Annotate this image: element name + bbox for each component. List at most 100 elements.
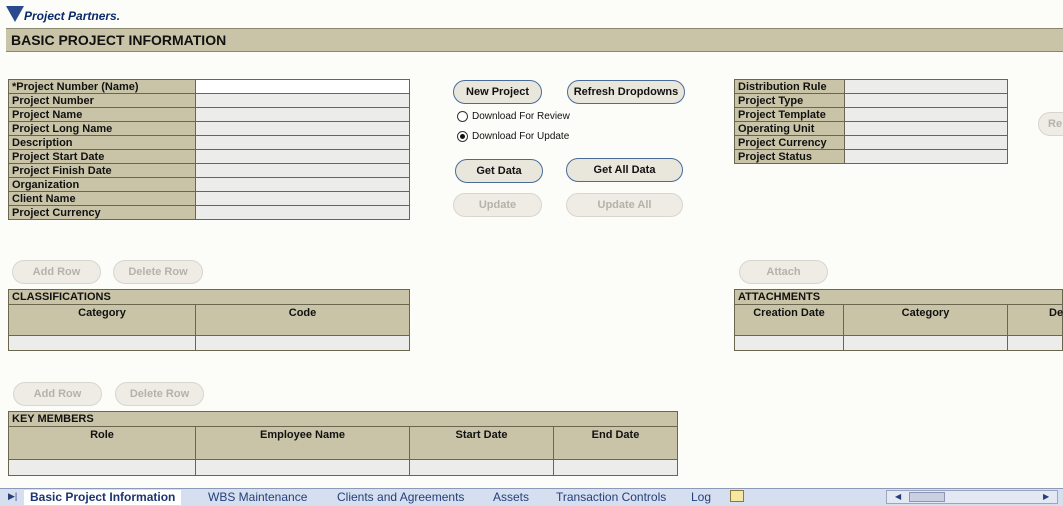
field-value — [195, 121, 410, 136]
table-cell[interactable] — [195, 335, 410, 351]
field-value — [195, 191, 410, 206]
field-row: Project Finish Date — [8, 163, 410, 178]
scroll-left-icon[interactable]: ◀ — [895, 492, 901, 501]
tab-wbs-maintenance[interactable]: WBS Maintenance — [208, 490, 307, 505]
table-cell[interactable] — [553, 459, 678, 476]
column-header: End Date — [553, 426, 678, 460]
field-row: Project Name — [8, 107, 410, 122]
column-header: Role — [8, 426, 196, 460]
field-value — [844, 149, 1008, 164]
field-row: Project Type — [734, 93, 1008, 108]
project-partners-logo: Project Partners. — [6, 4, 146, 26]
download-review-radio[interactable]: Download For Review — [457, 111, 570, 122]
horizontal-scrollbar[interactable]: ◀ ▶ — [886, 490, 1058, 504]
download-update-radio[interactable]: Download For Update — [457, 131, 569, 142]
field-value — [844, 79, 1008, 94]
field-label: Project Finish Date — [8, 163, 196, 178]
field-row: Distribution Rule — [734, 79, 1008, 94]
field-row: Project Start Date — [8, 149, 410, 164]
page-title: BASIC PROJECT INFORMATION — [11, 32, 227, 48]
column-header: Creation Date — [734, 304, 844, 336]
column-header: Start Date — [409, 426, 554, 460]
radio-label: Download For Review — [472, 111, 570, 123]
refresh-dropdowns-button[interactable]: Refresh Dropdowns — [567, 80, 685, 104]
tab-clients-and-agreements[interactable]: Clients and Agreements — [337, 490, 464, 505]
field-label: Project Start Date — [8, 149, 196, 164]
radio-unchecked-icon — [457, 111, 468, 122]
table-cell[interactable] — [409, 459, 554, 476]
field-value — [195, 205, 410, 220]
field-label: Description — [8, 135, 196, 150]
scroll-thumb[interactable] — [909, 492, 945, 502]
re-button[interactable]: Re — [1038, 112, 1063, 136]
field-row: Client Name — [8, 191, 410, 206]
field-row: Project Currency — [8, 205, 410, 220]
tab-scroll-right-icon[interactable]: ▶| — [8, 491, 17, 502]
new-project-button[interactable]: New Project — [453, 80, 542, 104]
sheet-tab-bar: ▶| Basic Project Information WBS Mainten… — [0, 488, 1063, 506]
classifications-title: CLASSIFICATIONS — [8, 289, 410, 305]
scroll-right-icon[interactable]: ▶ — [1043, 492, 1049, 501]
field-label: Project Number — [8, 93, 196, 108]
field-value — [195, 135, 410, 150]
field-label: Operating Unit — [734, 121, 845, 136]
field-row: Project Currency — [734, 135, 1008, 150]
attachments-title: ATTACHMENTS — [734, 289, 1063, 305]
get-all-data-button[interactable]: Get All Data — [566, 158, 683, 182]
field-label: Project Template — [734, 107, 845, 122]
update-button[interactable]: Update — [453, 193, 542, 217]
field-label: Client Name — [8, 191, 196, 206]
field-row: *Project Number (Name) — [8, 79, 410, 94]
field-row: Project Long Name — [8, 121, 410, 136]
field-value — [195, 177, 410, 192]
table-cell[interactable] — [195, 459, 410, 476]
tab-log[interactable]: Log — [691, 490, 711, 505]
radio-checked-icon — [457, 131, 468, 142]
field-row: Project Number — [8, 93, 410, 108]
table-cell[interactable] — [734, 335, 844, 351]
column-header: Category — [843, 304, 1008, 336]
field-row: Operating Unit — [734, 121, 1008, 136]
delete-row-button[interactable]: Delete Row — [113, 260, 203, 284]
field-label: Project Status — [734, 149, 845, 164]
table-cell[interactable] — [8, 459, 196, 476]
tab-transaction-controls[interactable]: Transaction Controls — [556, 490, 666, 505]
distribution-table: Distribution Rule Project Type Project T… — [734, 79, 1008, 164]
field-value — [195, 149, 410, 164]
table-cell[interactable] — [1007, 335, 1063, 351]
logo-text: Project Partners. — [24, 9, 121, 23]
tab-basic-project-information[interactable]: Basic Project Information — [24, 490, 182, 505]
get-data-button[interactable]: Get Data — [455, 159, 543, 183]
radio-label: Download For Update — [472, 131, 570, 143]
field-value — [844, 135, 1008, 150]
field-value — [195, 93, 410, 108]
field-label: *Project Number (Name) — [8, 79, 196, 94]
field-row: Description — [8, 135, 410, 150]
column-header: Category — [8, 304, 196, 336]
field-label: Project Currency — [734, 135, 845, 150]
page-title-bar: BASIC PROJECT INFORMATION — [6, 28, 1063, 52]
field-row: Organization — [8, 177, 410, 192]
field-label: Distribution Rule — [734, 79, 845, 94]
attach-button[interactable]: Attach — [739, 260, 828, 284]
delete-row-button[interactable]: Delete Row — [115, 382, 204, 406]
add-row-button[interactable]: Add Row — [13, 382, 102, 406]
field-label: Project Long Name — [8, 121, 196, 136]
field-value — [844, 93, 1008, 108]
field-row: Project Template — [734, 107, 1008, 122]
table-cell[interactable] — [8, 335, 196, 351]
add-row-button[interactable]: Add Row — [12, 260, 101, 284]
field-label: Project Name — [8, 107, 196, 122]
column-header: Employee Name — [195, 426, 410, 460]
field-row: Project Status — [734, 149, 1008, 164]
field-label: Project Type — [734, 93, 845, 108]
logo-icon — [6, 6, 24, 22]
project-fields-table: *Project Number (Name) Project Number Pr… — [8, 79, 410, 220]
key-members-title: KEY MEMBERS — [8, 411, 678, 427]
update-all-button[interactable]: Update All — [566, 193, 683, 217]
tab-assets[interactable]: Assets — [493, 490, 529, 505]
column-header: Code — [195, 304, 410, 336]
table-cell[interactable] — [843, 335, 1008, 351]
insert-sheet-icon[interactable] — [730, 490, 744, 502]
field-input[interactable] — [195, 79, 410, 94]
